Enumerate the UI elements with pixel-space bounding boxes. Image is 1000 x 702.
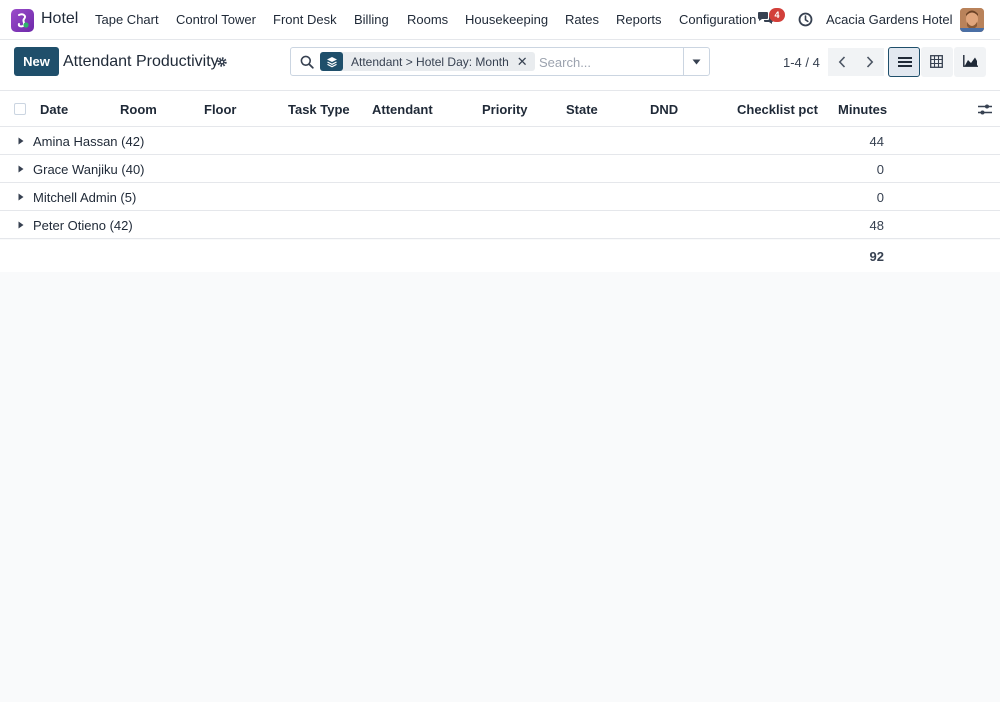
column-dnd[interactable]: DND [650, 102, 678, 117]
search-options-toggle[interactable] [683, 48, 709, 75]
group-name: Peter Otieno (42) [33, 218, 133, 233]
group-name: Mitchell Admin (5) [33, 190, 137, 205]
area-chart-icon [963, 55, 978, 67]
clock-icon[interactable] [798, 12, 813, 30]
column-floor[interactable]: Floor [204, 102, 237, 117]
column-state[interactable]: State [566, 102, 598, 117]
column-priority[interactable]: Priority [482, 102, 528, 117]
menu-rates[interactable]: Rates [565, 12, 599, 27]
group-row[interactable]: Amina Hassan (42) 44 [0, 127, 1000, 155]
column-task-type[interactable]: Task Type [288, 102, 350, 117]
list-footer: 92 [0, 240, 1000, 272]
menu-control-tower[interactable]: Control Tower [176, 12, 256, 27]
company-switcher[interactable]: Acacia Gardens Hotel [826, 12, 952, 27]
search-facet-groupby: Attendant > Hotel Day: Month ✕ [320, 52, 535, 71]
menu-configuration[interactable]: Configuration [679, 12, 756, 27]
caret-right-icon [18, 221, 24, 229]
column-minutes[interactable]: Minutes [838, 102, 887, 117]
caret-down-icon [692, 59, 701, 65]
column-checklist-pct[interactable]: Checklist pct [737, 102, 818, 117]
group-minutes-sum: 44 [869, 134, 884, 149]
page-title: Attendant Productivity [63, 53, 219, 70]
gear-icon[interactable] [216, 56, 228, 71]
optional-columns-icon[interactable] [978, 103, 992, 119]
group-name: Amina Hassan (42) [33, 134, 145, 149]
search-icon[interactable] [300, 55, 314, 72]
menu-housekeeping[interactable]: Housekeeping [465, 12, 548, 27]
menu-reports[interactable]: Reports [616, 12, 662, 27]
select-all-checkbox[interactable] [14, 103, 26, 115]
close-icon[interactable]: ✕ [515, 52, 535, 71]
column-date[interactable]: Date [40, 102, 68, 117]
total-minutes: 92 [869, 249, 884, 264]
pager-value[interactable]: 1-4 / 4 [783, 55, 820, 70]
avatar[interactable] [960, 8, 984, 32]
group-row[interactable]: Peter Otieno (42) 48 [0, 211, 1000, 239]
control-panel: New Attendant Productivity Attendant > H… [0, 40, 1000, 90]
pivot-view-button[interactable] [921, 47, 953, 77]
pivot-table-icon [930, 55, 943, 68]
search-facet-label: Attendant > Hotel Day: Month [351, 54, 509, 69]
layers-icon [320, 52, 343, 71]
group-minutes-sum: 0 [876, 162, 884, 177]
group-name: Grace Wanjiku (40) [33, 162, 145, 177]
column-room[interactable]: Room [120, 102, 157, 117]
caret-right-icon [18, 193, 24, 201]
app-logo-icon[interactable] [11, 9, 34, 32]
menu-front-desk[interactable]: Front Desk [273, 12, 337, 27]
chevron-left-icon [838, 56, 846, 68]
caret-right-icon [18, 165, 24, 173]
search-input[interactable] [539, 53, 679, 71]
group-minutes-sum: 0 [876, 190, 884, 205]
chevron-right-icon [866, 56, 874, 68]
pager-previous-button[interactable] [828, 48, 856, 76]
list-view: Date Room Floor Task Type Attendant Prio… [0, 90, 1000, 702]
column-attendant[interactable]: Attendant [372, 102, 433, 117]
list-view-button[interactable] [888, 47, 920, 77]
top-navbar: Hotel Tape Chart Control Tower Front Des… [0, 0, 1000, 40]
pager-next-button[interactable] [856, 48, 884, 76]
group-row[interactable]: Mitchell Admin (5) 0 [0, 183, 1000, 211]
new-button[interactable]: New [14, 47, 59, 76]
menu-billing[interactable]: Billing [354, 12, 389, 27]
group-minutes-sum: 48 [869, 218, 884, 233]
menu-tape-chart[interactable]: Tape Chart [95, 12, 159, 27]
list-view-icon [898, 57, 912, 67]
graph-view-button[interactable] [954, 47, 986, 77]
messages-badge: 4 [769, 8, 785, 22]
app-name[interactable]: Hotel [41, 10, 78, 28]
search-bar: Attendant > Hotel Day: Month ✕ [290, 47, 710, 76]
menu-rooms[interactable]: Rooms [407, 12, 448, 27]
group-row[interactable]: Grace Wanjiku (40) 0 [0, 155, 1000, 183]
caret-right-icon [18, 137, 24, 145]
list-header: Date Room Floor Task Type Attendant Prio… [0, 90, 1000, 127]
